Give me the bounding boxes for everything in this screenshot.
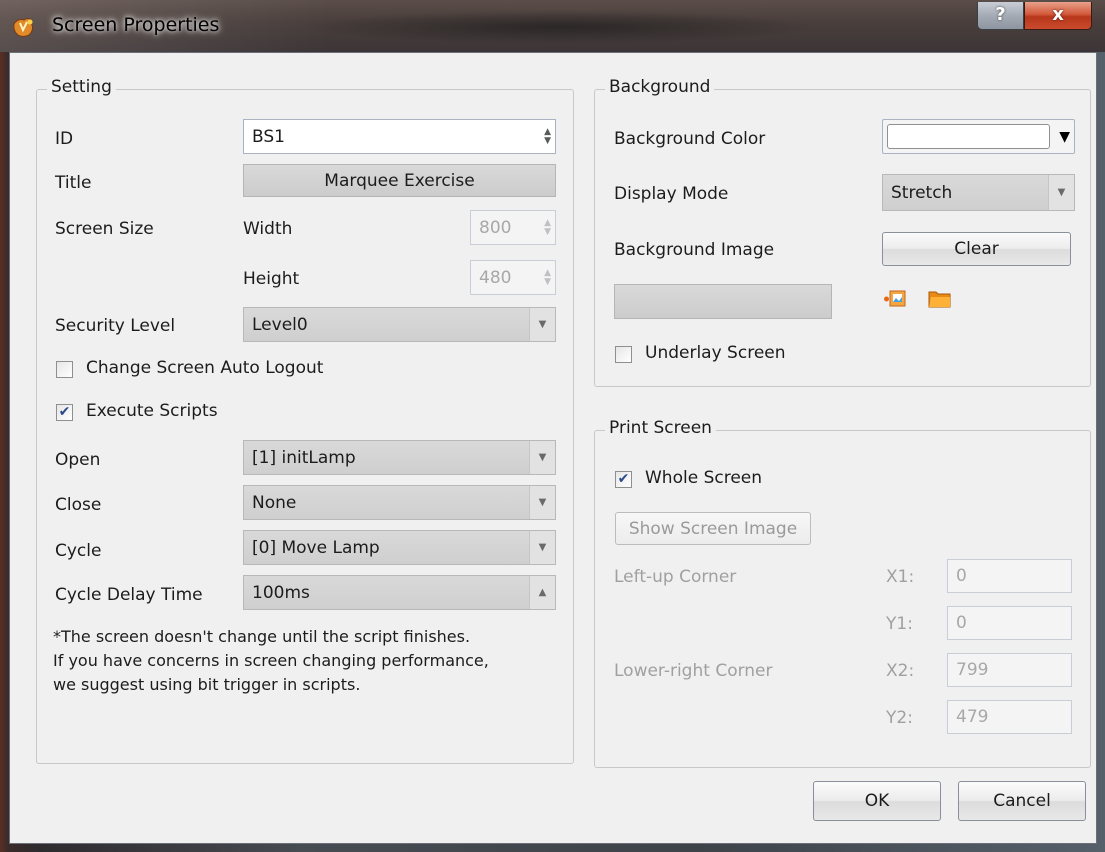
underlay-screen-label: Underlay Screen bbox=[645, 343, 786, 363]
background-color-label: Background Color bbox=[614, 129, 766, 149]
y1-label: Y1: bbox=[886, 614, 913, 634]
show-screen-image-button[interactable]: Show Screen Image bbox=[615, 512, 811, 545]
folder-open-icon[interactable] bbox=[928, 289, 952, 309]
x2-input[interactable]: 799 bbox=[947, 653, 1072, 687]
close-script-select[interactable]: None ▼ bbox=[243, 485, 556, 520]
width-input[interactable]: 800 ▲ ▼ bbox=[470, 210, 556, 245]
close-label: Close bbox=[55, 495, 102, 515]
color-swatch bbox=[887, 124, 1050, 149]
execute-scripts-label: Execute Scripts bbox=[86, 401, 218, 421]
display-mode-select[interactable]: Stretch ▼ bbox=[882, 174, 1075, 211]
width-spinner-icon[interactable]: ▲ ▼ bbox=[544, 218, 551, 237]
height-label: Height bbox=[243, 269, 300, 289]
y2-label: Y2: bbox=[886, 708, 913, 728]
note-line: If you have concerns in screen changing … bbox=[53, 651, 489, 670]
background-group-title: Background bbox=[605, 77, 715, 97]
screen-properties-window: Screen Properties ? x Setting ID BS1 ▲ ▼ … bbox=[0, 0, 1105, 852]
display-mode-label: Display Mode bbox=[614, 184, 729, 204]
x1-input[interactable]: 0 bbox=[947, 559, 1072, 593]
height-spinner-icon[interactable]: ▲ ▼ bbox=[544, 268, 551, 287]
title-bar[interactable]: Screen Properties ? x bbox=[0, 0, 1105, 52]
screen-size-label: Screen Size bbox=[55, 219, 154, 239]
cycle-script-select[interactable]: [0] Move Lamp ▼ bbox=[243, 530, 556, 565]
y2-input[interactable]: 479 bbox=[947, 700, 1072, 734]
cycle-label: Cycle bbox=[55, 541, 102, 561]
title-label: Title bbox=[55, 173, 92, 193]
left-up-corner-label: Left-up Corner bbox=[614, 567, 737, 587]
title-button[interactable]: Marquee Exercise bbox=[243, 164, 556, 197]
ok-button[interactable]: OK bbox=[813, 781, 941, 821]
y1-input[interactable]: 0 bbox=[947, 606, 1072, 640]
id-input[interactable]: BS1 ▲ ▼ bbox=[243, 119, 556, 154]
chevron-down-icon[interactable]: ▼ bbox=[1048, 175, 1074, 210]
chevron-down-icon[interactable]: ▼ bbox=[529, 308, 555, 341]
clear-button[interactable]: Clear bbox=[882, 232, 1071, 266]
cycle-delay-label: Cycle Delay Time bbox=[55, 585, 203, 605]
background-image-label: Background Image bbox=[614, 240, 775, 260]
whole-screen-checkbox[interactable]: ✔ bbox=[615, 471, 632, 488]
app-icon bbox=[13, 18, 34, 37]
dropdown-arrow-icon: ▼ bbox=[1059, 128, 1070, 145]
execute-scripts-checkbox[interactable]: ✔ bbox=[56, 404, 73, 421]
x2-label: X2: bbox=[886, 661, 915, 681]
underlay-screen-checkbox[interactable] bbox=[615, 346, 632, 363]
chevron-down-icon[interactable]: ▼ bbox=[529, 486, 555, 519]
security-level-value: Level0 bbox=[252, 314, 308, 335]
setting-group-title: Setting bbox=[47, 77, 116, 97]
id-value: BS1 bbox=[252, 126, 285, 147]
note-line: we suggest using bit trigger in scripts. bbox=[53, 675, 361, 694]
whole-screen-label: Whole Screen bbox=[645, 468, 763, 488]
script-note: *The screen doesn't change until the scr… bbox=[53, 625, 489, 697]
security-level-label: Security Level bbox=[55, 316, 176, 336]
background-color-picker[interactable]: ▼ bbox=[882, 119, 1075, 154]
help-button[interactable]: ? bbox=[977, 2, 1024, 30]
chevron-down-icon[interactable]: ▼ bbox=[529, 531, 555, 564]
cancel-button[interactable]: Cancel bbox=[958, 781, 1086, 821]
print-screen-group-title: Print Screen bbox=[605, 418, 716, 438]
cycle-script-value: [0] Move Lamp bbox=[252, 537, 380, 558]
open-script-value: [1] initLamp bbox=[252, 447, 356, 468]
id-spinner-icon[interactable]: ▲ ▼ bbox=[544, 127, 551, 146]
display-mode-value: Stretch bbox=[891, 182, 953, 203]
lower-right-corner-label: Lower-right Corner bbox=[614, 661, 773, 681]
close-window-button[interactable]: x bbox=[1024, 2, 1092, 30]
import-image-icon[interactable] bbox=[883, 289, 907, 309]
background-image-path[interactable] bbox=[614, 284, 832, 319]
close-script-value: None bbox=[252, 492, 297, 513]
width-value: 800 bbox=[479, 217, 512, 238]
open-script-select[interactable]: [1] initLamp ▼ bbox=[243, 440, 556, 475]
auto-logout-checkbox[interactable] bbox=[56, 361, 73, 378]
height-value: 480 bbox=[479, 267, 512, 288]
check-icon: ✔ bbox=[58, 404, 71, 420]
cycle-delay-value: 100ms bbox=[252, 582, 310, 603]
auto-logout-label: Change Screen Auto Logout bbox=[86, 358, 324, 378]
cycle-delay-select[interactable]: 100ms ▲ bbox=[243, 575, 556, 610]
chevron-up-icon[interactable]: ▲ bbox=[529, 576, 555, 609]
security-level-select[interactable]: Level0 ▼ bbox=[243, 307, 556, 342]
dialog-body: Setting ID BS1 ▲ ▼ Title Marquee Exercise… bbox=[9, 52, 1097, 844]
width-label: Width bbox=[243, 219, 293, 239]
x1-label: X1: bbox=[886, 567, 915, 587]
height-input[interactable]: 480 ▲ ▼ bbox=[470, 260, 556, 295]
check-icon: ✔ bbox=[617, 471, 630, 487]
open-label: Open bbox=[55, 450, 101, 470]
id-label: ID bbox=[55, 129, 74, 149]
window-title: Screen Properties bbox=[52, 14, 220, 36]
note-line: *The screen doesn't change until the scr… bbox=[53, 627, 471, 646]
chevron-down-icon[interactable]: ▼ bbox=[529, 441, 555, 474]
